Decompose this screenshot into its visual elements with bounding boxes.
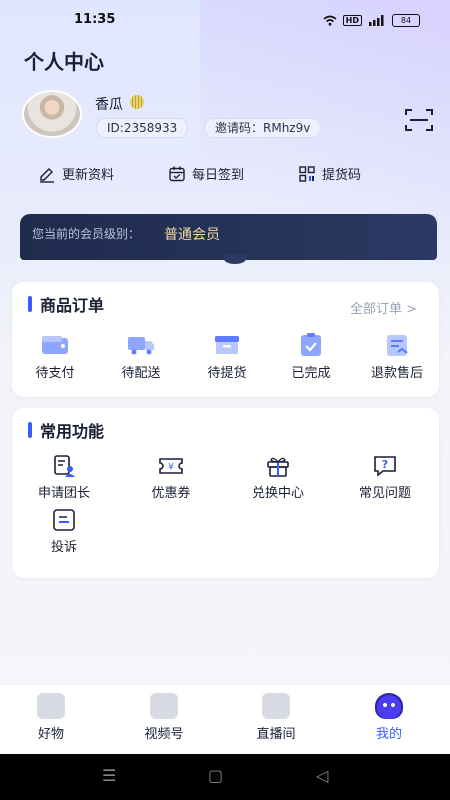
robot-icon (375, 693, 403, 719)
hd-icon: HD (342, 15, 362, 26)
check-clipboard-icon (301, 333, 321, 356)
apply-leader-label: 申请团长 (37, 486, 90, 501)
order-refund[interactable]: 退款售后 (362, 332, 432, 381)
system-nav-bar: ☰ ▢ ◁ (0, 754, 450, 800)
menu-nav-icon[interactable]: ☰ (102, 766, 116, 785)
apply-leader-button[interactable]: 申请团长 (19, 454, 109, 501)
bottom-tab-bar: 好物 视频号 直播间 我的 (0, 684, 450, 755)
coupon-label: 优惠券 (151, 486, 191, 501)
functions-section-title: 常用功能 (28, 418, 104, 442)
edit-icon (40, 167, 54, 183)
refund-icon (387, 335, 408, 356)
wifi-icon (323, 15, 337, 26)
pickup-code-button[interactable]: 提货码 (298, 164, 361, 183)
functions-title-text: 常用功能 (40, 422, 105, 441)
complaint-icon (53, 509, 75, 531)
apply-leader-icon (54, 455, 75, 477)
tab-goods[interactable]: 好物 (11, 693, 91, 742)
status-time: 11:35 (74, 12, 116, 27)
section-accent-bar (28, 296, 32, 312)
avatar[interactable] (22, 90, 82, 138)
battery-icon: 84 (392, 14, 420, 27)
all-orders-link[interactable]: 全部订单 > (350, 298, 417, 317)
tab-video[interactable]: 视频号 (124, 693, 204, 742)
invite-code-badge[interactable]: 邀请码：RMhz9v (204, 118, 322, 138)
daily-checkin-button[interactable]: 每日签到 (168, 164, 244, 183)
status-icons: HD 84 (323, 14, 420, 27)
tab-live-label: 直播间 (256, 727, 296, 742)
profile-page: 11:35 HD 84 个人中心 香瓜 ID:2358933 邀请码：RMhz9… (0, 0, 450, 800)
signal-icon (369, 15, 384, 26)
order-completed-label: 已完成 (291, 366, 331, 381)
orders-card: 商品订单 全部订单 > 待支付 待配送 待提货 已完成 退款售后 (12, 282, 439, 397)
membership-notch (224, 254, 246, 264)
qrcode-icon (299, 165, 315, 182)
order-pending-payment[interactable]: 待支付 (20, 332, 90, 381)
svg-text:¥: ¥ (168, 463, 174, 473)
complaint-button[interactable]: 投诉 (19, 508, 109, 555)
coupon-icon: ¥ (159, 458, 183, 474)
coupon-button[interactable]: ¥ 优惠券 (126, 454, 216, 501)
calendar-icon (169, 166, 185, 181)
pickup-code-label: 提货码 (322, 168, 362, 183)
order-pending-payment-label: 待支付 (35, 366, 75, 381)
tab-live[interactable]: 直播间 (236, 693, 316, 742)
order-pending-delivery[interactable]: 待配送 (106, 332, 176, 381)
order-pending-pickup[interactable]: 待提货 (192, 332, 262, 381)
tab-video-label: 视频号 (144, 727, 184, 742)
order-completed[interactable]: 已完成 (276, 332, 346, 381)
tab-mine-label: 我的 (375, 727, 402, 742)
tv-icon (150, 693, 178, 719)
question-icon: ? (374, 456, 396, 477)
username: 香瓜 (95, 97, 123, 113)
wallet-icon (42, 336, 68, 354)
tab-mine[interactable]: 我的 (349, 693, 429, 742)
section-accent-bar (28, 422, 32, 438)
orders-section-title: 商品订单 (28, 292, 104, 316)
functions-card: 常用功能 申请团长 ¥ 优惠券 兑换中心 ? 常见问题 投诉 (12, 408, 439, 578)
membership-label: 您当前的会员级别： (32, 227, 141, 241)
daily-checkin-label: 每日签到 (192, 168, 245, 183)
update-profile-button[interactable]: 更新资料 (38, 164, 114, 183)
box-icon (215, 336, 239, 354)
membership-level: 普通会员 (164, 227, 220, 243)
exchange-center-button[interactable]: 兑换中心 (233, 454, 323, 501)
status-bar: 11:35 HD 84 (0, 0, 450, 40)
order-pending-delivery-label: 待配送 (121, 366, 161, 381)
truck-icon (128, 337, 154, 355)
faq-label: 常见问题 (358, 486, 411, 501)
faq-button[interactable]: ? 常见问题 (340, 454, 430, 501)
order-refund-label: 退款售后 (370, 366, 423, 381)
update-profile-label: 更新资料 (62, 168, 115, 183)
scan-icon[interactable] (404, 108, 434, 132)
exchange-center-label: 兑换中心 (251, 486, 304, 501)
melon-icon (130, 95, 144, 109)
order-pending-pickup-label: 待提货 (207, 366, 247, 381)
shopping-bag-icon (37, 693, 65, 719)
svg-text:?: ? (382, 458, 388, 471)
camera-icon (262, 693, 290, 719)
user-id-badge: ID:2358933 (96, 118, 189, 138)
gift-icon (267, 457, 289, 477)
tab-goods-label: 好物 (37, 727, 64, 742)
home-nav-icon[interactable]: ▢ (208, 766, 223, 785)
back-nav-icon[interactable]: ◁ (316, 766, 328, 785)
orders-title-text: 商品订单 (40, 296, 105, 315)
page-title: 个人中心 (24, 50, 104, 74)
complaint-label: 投诉 (50, 540, 77, 555)
